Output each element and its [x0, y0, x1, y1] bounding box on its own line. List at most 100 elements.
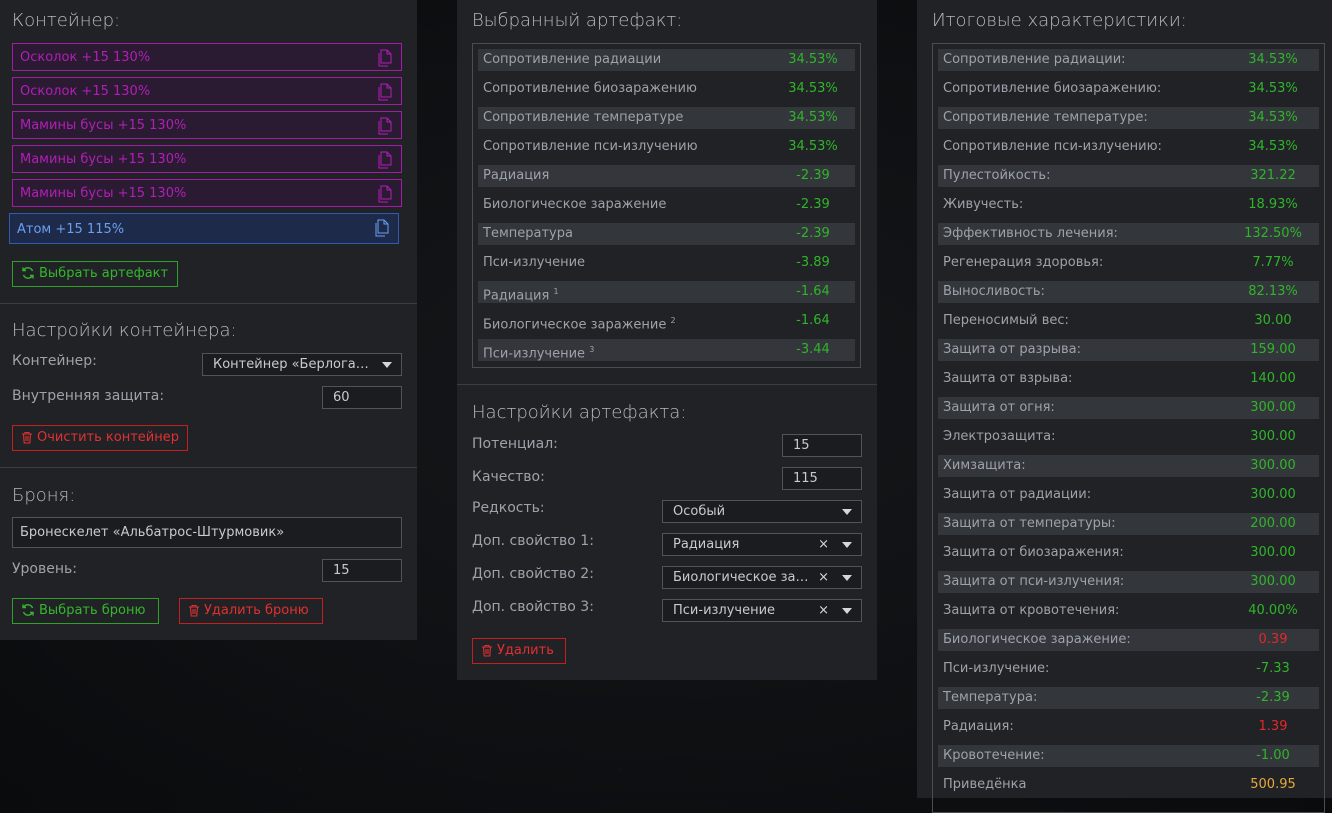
total-row: Эффективность лечения: 132.50%	[938, 223, 1319, 245]
total-name: Переносимый вес:	[943, 313, 1069, 328]
delete-artifact-button[interactable]: Удалить	[472, 638, 566, 664]
stat-value: -1.64	[796, 313, 830, 328]
total-row: Химзащита: 300.00	[938, 455, 1319, 477]
stat-name: Температура	[483, 223, 573, 245]
stat-row: Сопротивление биозаражению 34.53%	[478, 78, 855, 100]
total-row: Пси-излучение: -7.33	[938, 658, 1319, 680]
stat-name: Биологическое заражение 2	[483, 310, 676, 336]
select-armor-button[interactable]: Выбрать броню	[12, 598, 159, 624]
stat-name-text: Биологическое заражение	[483, 197, 667, 212]
stat-name: Пси-излучение	[483, 252, 585, 274]
footnote-marker: 1	[553, 287, 559, 296]
quality-label: Качество:	[472, 469, 545, 485]
total-value: 200.00	[1250, 516, 1296, 531]
stat-row: Сопротивление пси-излучению 34.53%	[478, 136, 855, 158]
trash-icon	[482, 644, 492, 657]
total-row: Сопротивление биозаражению: 34.53%	[938, 78, 1319, 100]
potential-input[interactable]: 15	[782, 434, 862, 457]
container-select-value: Контейнер «Берлога…	[213, 357, 369, 372]
stat-name-text: Пси-излучение	[483, 255, 586, 270]
armor-level-input[interactable]: 15	[322, 559, 402, 582]
total-value: 34.53%	[1248, 52, 1298, 67]
stat-name-text: Сопротивление пси-излучению	[483, 139, 698, 154]
refresh-icon	[22, 604, 34, 616]
stat-row: Температура -2.39	[478, 223, 855, 245]
total-row: Защита от пси-излучения: 300.00	[938, 571, 1319, 593]
stat-name-text: Биологическое заражение	[483, 317, 667, 333]
stat-value: 34.53%	[788, 110, 838, 125]
stat-row: Сопротивление температуре 34.53%	[478, 107, 855, 129]
footnote-marker: 2	[670, 316, 676, 325]
total-name: Сопротивление радиации:	[943, 52, 1126, 67]
artifact-item[interactable]: Атом +15 115%	[9, 213, 399, 244]
total-row: Кровотечение: -1.00	[938, 745, 1319, 767]
totals-table: Сопротивление радиации: 34.53% Сопротивлен…	[932, 43, 1325, 813]
total-row: Сопротивление радиации: 34.53%	[938, 49, 1319, 71]
stat-value: -2.39	[796, 226, 830, 241]
extra3-select[interactable]: Пси-излучение ×	[662, 599, 862, 622]
chevron-down-icon	[382, 362, 392, 368]
copy-icon[interactable]	[377, 151, 393, 169]
stat-name: Сопротивление температуре	[483, 107, 683, 129]
stat-name-text: Сопротивление биозаражению	[483, 81, 697, 96]
stat-name: Радиация 1	[483, 281, 559, 307]
clear-icon[interactable]: ×	[818, 567, 829, 588]
selected-artifact-table: Сопротивление радиации 34.53% Сопротивлени…	[472, 43, 861, 368]
total-name: Защита от пси-излучения:	[943, 574, 1125, 589]
artifact-settings-title: Настройки артефакта:	[472, 402, 687, 423]
copy-icon[interactable]	[377, 117, 393, 135]
total-value: 500.95	[1250, 777, 1296, 792]
selected-artifact-title: Выбранный артефакт:	[472, 10, 683, 31]
artifact-item[interactable]: Осколок +15 130%	[12, 77, 402, 105]
stat-name: Биологическое заражение	[483, 194, 666, 216]
inner-protection-input[interactable]: 60	[322, 386, 402, 409]
artifact-label: Мамины бусы +15 130%	[20, 186, 187, 201]
total-row: Защита от радиации: 300.00	[938, 484, 1319, 506]
stat-row: Сопротивление радиации 34.53%	[478, 49, 855, 71]
extra1-select[interactable]: Радиация ×	[662, 533, 862, 556]
copy-icon[interactable]	[377, 49, 393, 67]
total-name: Выносливость:	[943, 284, 1045, 299]
stat-name: Сопротивление биозаражению	[483, 78, 697, 100]
clear-icon[interactable]: ×	[818, 534, 829, 555]
clear-icon[interactable]: ×	[818, 600, 829, 621]
select-artifact-label: Выбрать артефакт	[39, 266, 169, 281]
total-value: 300.00	[1250, 400, 1296, 415]
artifact-label: Осколок +15 130%	[20, 84, 151, 99]
total-value: 0.39	[1258, 632, 1288, 647]
stat-row: Радиация 1 -1.64	[478, 281, 855, 303]
stat-name: Радиация	[483, 165, 549, 187]
clear-container-button[interactable]: Очистить контейнер	[12, 425, 188, 451]
copy-icon[interactable]	[377, 185, 393, 203]
stat-value: 34.53%	[788, 81, 838, 96]
copy-icon[interactable]	[377, 83, 393, 101]
artifact-item[interactable]: Осколок +15 130%	[12, 43, 402, 71]
rarity-select[interactable]: Особый	[662, 500, 862, 523]
container-select[interactable]: Контейнер «Берлога…	[202, 353, 402, 376]
total-name: Защита от радиации:	[943, 487, 1092, 502]
stat-value: -2.39	[796, 197, 830, 212]
extra2-label: Доп. свойство 2:	[472, 566, 594, 582]
delete-armor-button[interactable]: Удалить броню	[179, 598, 323, 624]
armor-name-field[interactable]: Бронескелет «Альбатрос-Штурмовик»	[12, 517, 402, 548]
total-value: 300.00	[1250, 574, 1296, 589]
total-name: Защита от взрыва:	[943, 371, 1073, 386]
artifact-item[interactable]: Мамины бусы +15 130%	[12, 145, 402, 173]
artifact-item[interactable]: Мамины бусы +15 130%	[12, 179, 402, 207]
total-row: Защита от биозаражения: 300.00	[938, 542, 1319, 564]
artifact-item[interactable]: Мамины бусы +15 130%	[12, 111, 402, 139]
armor-level-label: Уровень:	[12, 561, 77, 577]
select-artifact-button[interactable]: Выбрать артефакт	[12, 261, 178, 287]
total-value: 34.53%	[1248, 110, 1298, 125]
stat-row: Пси-излучение -3.89	[478, 252, 855, 274]
total-value: 321.22	[1250, 168, 1296, 183]
copy-icon[interactable]	[374, 219, 390, 237]
delete-artifact-label: Удалить	[497, 643, 554, 658]
stat-name: Пси-излучение 3	[483, 339, 594, 365]
rarity-value: Особый	[673, 504, 726, 519]
quality-input[interactable]: 115	[782, 467, 862, 490]
container-label: Контейнер:	[12, 353, 97, 369]
total-row: Защита от температуры: 200.00	[938, 513, 1319, 535]
total-value: -1.00	[1256, 748, 1290, 763]
extra2-select[interactable]: Биологическое за… ×	[662, 566, 862, 589]
